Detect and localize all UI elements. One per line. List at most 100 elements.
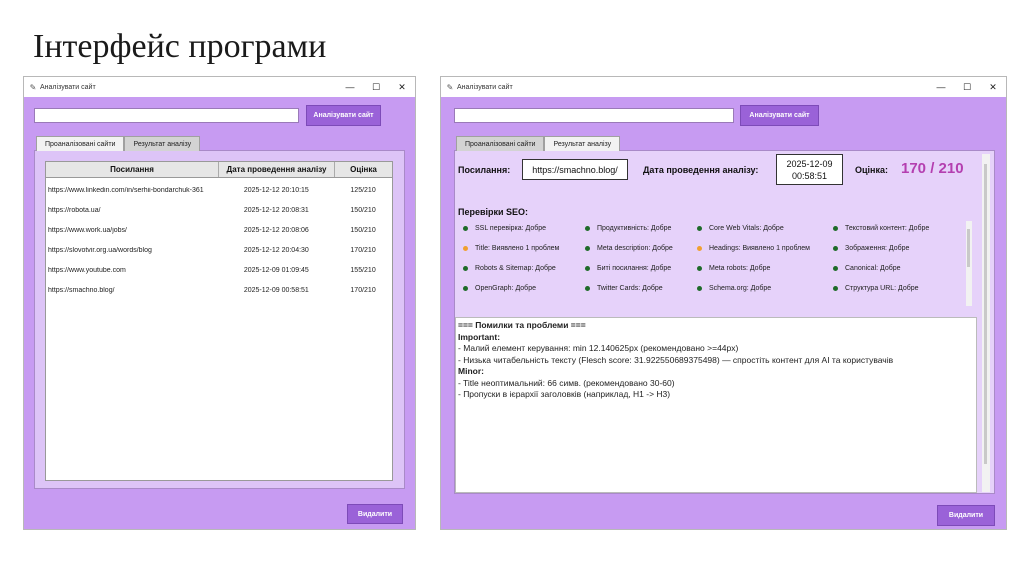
results-scrollbar-thumb[interactable] [984,164,987,464]
seo-check-text: Текстовий контент: Добре [845,225,930,232]
delete-button[interactable]: Видалити [347,504,403,524]
cell-date: 2025-12-12 20:04:30 [243,246,309,254]
seo-check-item: Robots & Sitemap: Добре [463,265,556,272]
seo-check-text: Canonical: Добре [845,265,901,272]
tab-analysis-result[interactable]: Результат аналізу [124,136,201,151]
table-row[interactable]: https://robota.ua/ 2025-12-12 20:08:31 1… [46,200,392,220]
seo-check-text: Зображення: Добре [845,245,910,252]
table-header: Посилання Дата проведення аналізу Оцінка [46,162,392,178]
seo-check-text: Meta robots: Добре [709,265,771,272]
minimize-icon[interactable]: — [337,82,363,92]
cell-date: 2025-12-09 00:58:51 [243,286,309,294]
seo-check-text: Структура URL: Добре [845,285,919,292]
minimize-icon[interactable]: — [928,82,954,92]
tab-analyzed-sites[interactable]: Проаналізовані сайти [456,136,545,151]
seo-check-text: Title: Виявлено 1 проблем [475,245,560,252]
left-notebook: Посилання Дата проведення аналізу Оцінка… [34,150,405,489]
close-icon[interactable]: ✕ [389,82,415,93]
cell-date: 2025-12-09 01:09:45 [243,266,309,274]
maximize-icon[interactable]: ☐ [363,82,389,93]
seo-check-item: Текстовий контент: Добре [833,225,929,232]
tab-analysis-result[interactable]: Результат аналізу [544,136,621,151]
seo-check-text: OpenGraph: Добре [475,285,536,292]
seo-check-item: Продуктивність: Добре [585,225,671,232]
report-textarea[interactable]: === Помилки та проблеми === Important: - М… [455,317,977,493]
table-row[interactable]: https://slovotvir.org.ua/words/blog 2025… [46,240,392,260]
right-titlebar: ✎ Аналізувати сайт — ☐ ✕ [441,77,1006,97]
delete-button[interactable]: Видалити [937,505,995,526]
status-dot-icon [833,246,838,251]
col-header-score[interactable]: Оцінка [335,162,392,177]
analyze-button[interactable]: Аналізувати сайт [306,105,381,126]
seo-check-item: Title: Виявлено 1 проблем [463,245,559,252]
cell-date: 2025-12-12 20:10:15 [243,186,309,194]
window-title: Аналізувати сайт [40,83,96,91]
seo-check-item: Headings: Виявлено 1 проблем [697,245,810,252]
status-dot-icon [833,266,838,271]
left-titlebar: ✎ Аналізувати сайт — ☐ ✕ [24,77,415,97]
seo-check-text: Продуктивність: Добре [597,225,672,232]
seo-check-text: Core Web Vitals: Добре [709,225,784,232]
cell-link: https://www.youtube.com [48,266,126,274]
link-label: Посилання: [458,165,511,175]
seo-check-item: Meta description: Добре [585,245,673,252]
status-dot-icon [833,286,838,291]
seo-checks-label: Перевірки SEO: [458,207,529,217]
seo-check-item: Meta robots: Добре [697,265,770,272]
table-row[interactable]: https://www.work.ua/jobs/ 2025-12-12 20:… [46,220,392,240]
cell-link: https://www.work.ua/jobs/ [48,226,127,234]
seo-check-item: Twitter Cards: Добре [585,285,663,292]
seo-check-text: SSL перевірка: Добре [475,225,547,232]
date-value-time: 00:58:51 [791,170,828,181]
checks-scrollbar-thumb[interactable] [967,229,970,267]
feather-app-icon: ✎ [446,82,454,92]
results-scrollbar[interactable] [982,154,990,492]
status-dot-icon [833,226,838,231]
link-value: https://smachno.blog/ [522,159,628,180]
table-row[interactable]: https://smachno.blog/ 2025-12-09 00:58:5… [46,280,392,300]
right-notebook: Посилання: https://smachno.blog/ Дата пр… [454,150,995,494]
seo-check-text: Биті посилання: Добре [597,265,672,272]
seo-check-text: Twitter Cards: Добре [597,285,663,292]
maximize-icon[interactable]: ☐ [954,82,980,93]
cell-date: 2025-12-12 20:08:31 [243,206,309,214]
report-line: - Пропуски в ієрархії заголовків (наприк… [458,389,671,399]
cell-link: https://slovotvir.org.ua/words/blog [48,246,152,254]
analyze-button[interactable]: Аналізувати сайт [740,105,819,126]
seo-check-item: Зображення: Добре [833,245,909,252]
status-dot-icon [585,266,590,271]
seo-check-text: Meta description: Добре [597,245,673,252]
seo-check-item: Структура URL: Добре [833,285,919,292]
url-input[interactable] [34,108,299,123]
status-dot-icon [585,246,590,251]
tab-analyzed-sites[interactable]: Проаналізовані сайти [36,136,125,151]
seo-check-item: SSL перевірка: Добре [463,225,546,232]
left-tabs: Проаналізовані сайти Результат аналізу [36,136,201,151]
cell-link: https://robota.ua/ [48,206,101,214]
cell-score: 155/210 [350,266,376,274]
status-dot-icon [463,226,468,231]
date-value: 2025-12-09 00:58:51 [776,154,843,185]
col-header-date[interactable]: Дата проведення аналізу [219,162,335,177]
status-dot-icon [697,286,702,291]
status-dot-icon [463,246,468,251]
url-input[interactable] [454,108,734,123]
date-label: Дата проведення аналізу: [643,165,759,175]
seo-check-item: Schema.org: Добре [697,285,771,292]
col-header-link[interactable]: Посилання [46,162,219,177]
table-row[interactable]: https://www.linkedin.com/in/serhii-bonda… [46,180,392,200]
report-line: - Title неоптимальний: 66 симв. (рекомен… [458,377,675,388]
feather-app-icon: ✎ [29,82,37,92]
cell-score: 170/210 [350,246,376,254]
cell-link: https://smachno.blog/ [48,286,115,294]
status-dot-icon [697,266,702,271]
score-label: Оцінка: [855,165,888,175]
seo-check-item: Core Web Vitals: Добре [697,225,784,232]
close-icon[interactable]: ✕ [980,82,1006,93]
seo-check-item: OpenGraph: Добре [463,285,536,292]
report-line: Minor: [458,366,484,376]
checks-scrollbar[interactable] [966,221,972,306]
status-dot-icon [697,226,702,231]
table-row[interactable]: https://www.youtube.com 2025-12-09 01:09… [46,260,392,280]
report-line: - Малий елемент керування: min 12.140625… [458,343,739,353]
